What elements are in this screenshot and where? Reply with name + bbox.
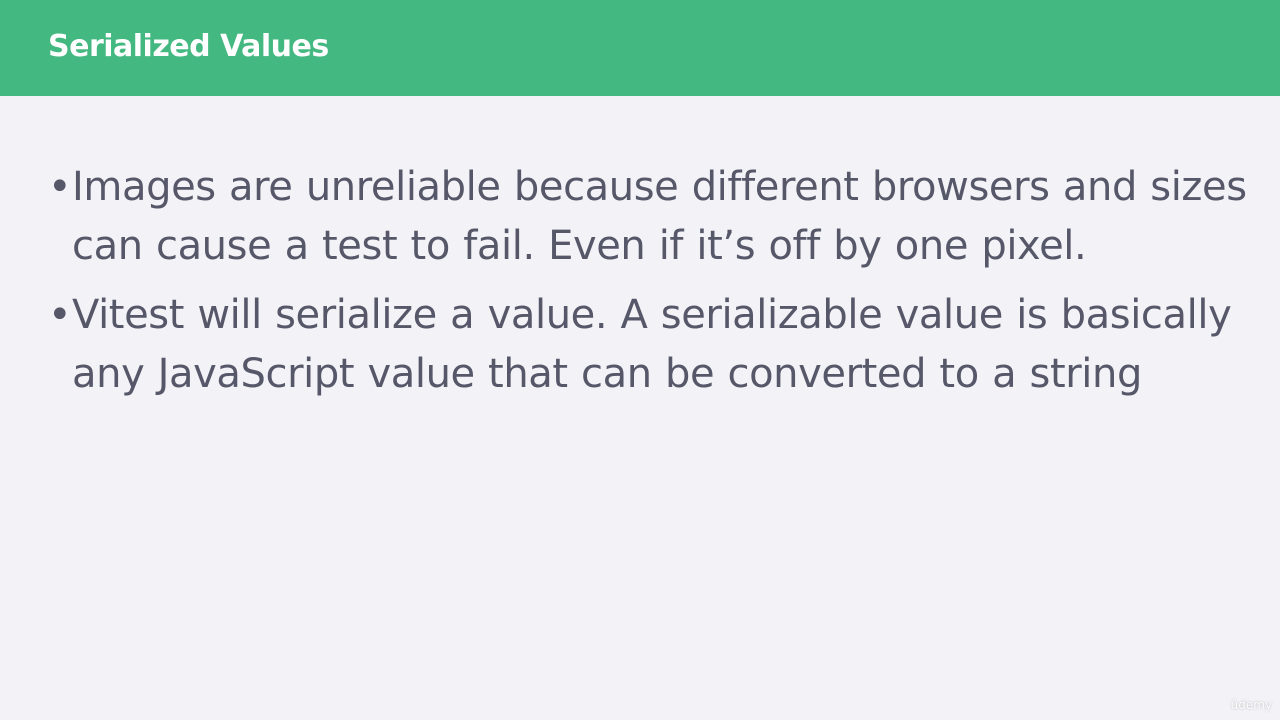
bullet-item: • Vitest will serialize a value. A seria… [48,286,1248,404]
bullet-item: • Images are unreliable because differen… [48,158,1248,276]
slide: Serialized Values • Images are unreliabl… [0,0,1280,720]
bullet-text: Images are unreliable because different … [72,164,1247,269]
header-bar: Serialized Values [0,0,1280,96]
udemy-watermark: ûdemy [1230,698,1272,712]
bullet-text: Vitest will serialize a value. A seriali… [72,292,1232,397]
bullet-dot-icon: • [48,292,72,338]
slide-title: Serialized Values [48,29,329,64]
bullet-list: • Images are unreliable because differen… [48,158,1248,414]
bullet-dot-icon: • [48,164,72,210]
